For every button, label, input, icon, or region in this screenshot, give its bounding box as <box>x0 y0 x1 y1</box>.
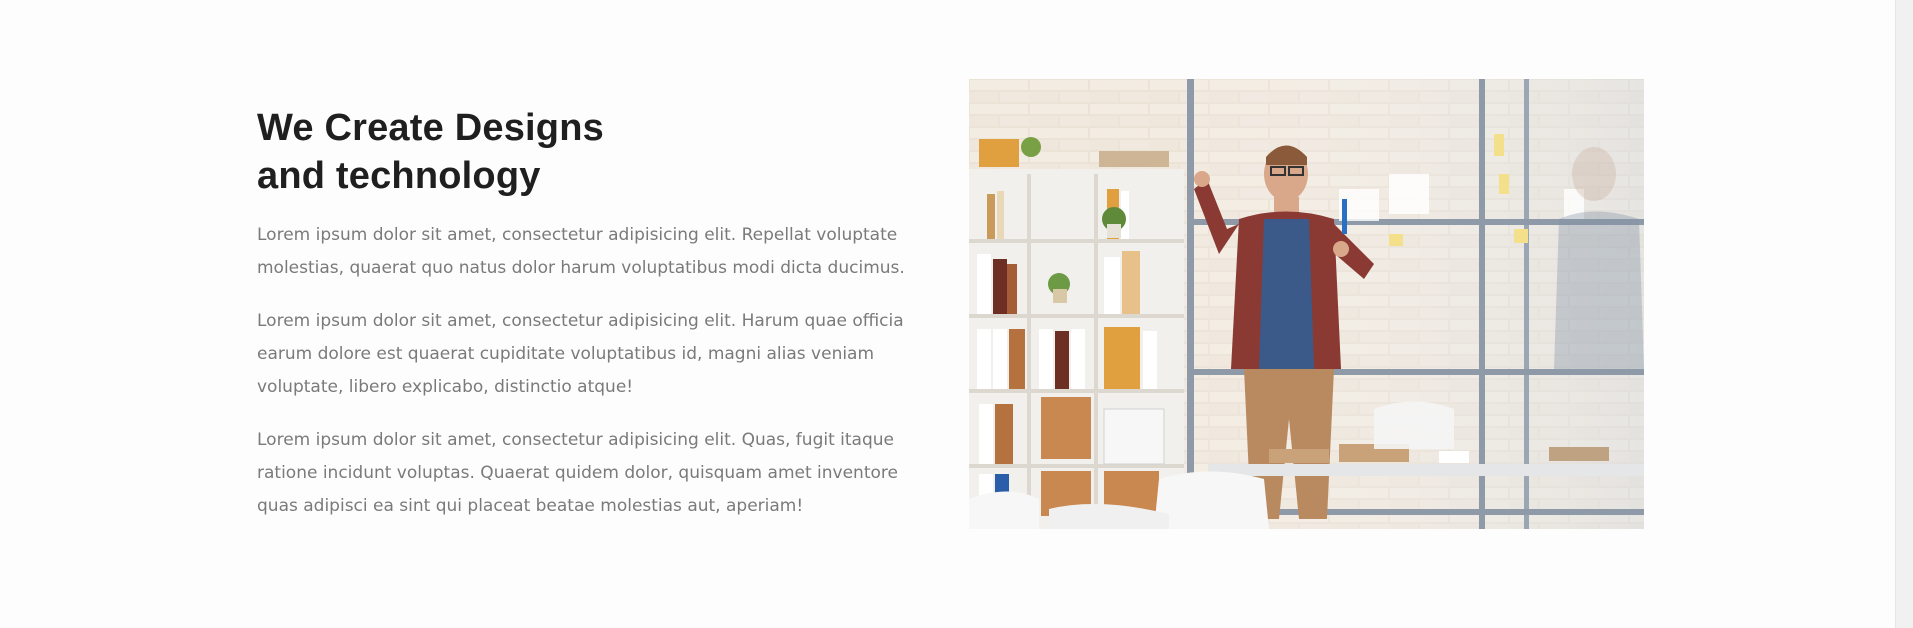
office-photo <box>969 79 1644 529</box>
heading-line-2: and technology <box>257 155 541 197</box>
heading-line-1: We Create Designs <box>257 107 604 149</box>
about-text-column: We Create Designs and technology Lorem i… <box>257 104 937 523</box>
page: We Create Designs and technology Lorem i… <box>0 0 1913 628</box>
section-heading: We Create Designs and technology <box>257 104 937 200</box>
bookshelf <box>969 137 1184 529</box>
paragraph-3: Lorem ipsum dolor sit amet, consectetur … <box>257 430 898 516</box>
paragraph-2: Lorem ipsum dolor sit amet, consectetur … <box>257 311 904 397</box>
page-scrollbar[interactable] <box>1895 0 1913 628</box>
paragraph-1: Lorem ipsum dolor sit amet, consectetur … <box>257 225 905 278</box>
office-photo-illustration <box>969 79 1644 529</box>
